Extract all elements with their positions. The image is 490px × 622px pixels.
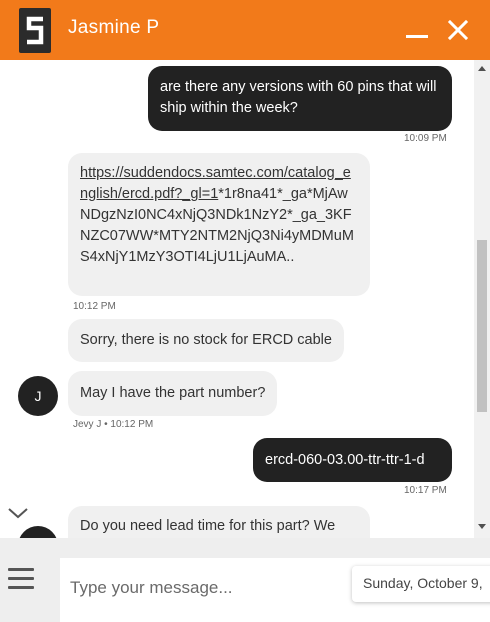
chat-footer: Sunday, October 9,: [0, 538, 490, 622]
agent-avatar: J: [18, 376, 58, 416]
message-bubble-incoming: Do you need lead time for this part? We: [68, 506, 370, 538]
message-bubble-incoming: https://suddendocs.samtec.com/catalog_en…: [68, 153, 370, 296]
message-bubble-incoming: May I have the part number?: [68, 371, 278, 416]
message-timestamp: 10:12 PM: [73, 301, 116, 312]
close-icon: [447, 19, 469, 41]
message-list[interactable]: are there any versions with 60 pins that…: [0, 60, 474, 538]
agent-name: Jasmine P: [68, 17, 160, 38]
message-sender-meta: Jevy J • 10:12 PM: [73, 419, 154, 430]
hamburger-menu-icon: [8, 568, 34, 571]
chevron-down-icon: [8, 508, 28, 519]
scrollbar-thumb[interactable]: [477, 240, 487, 412]
samtec-s-logo-icon: [19, 8, 51, 53]
message-bubble-outgoing: are there any versions with 60 pins that…: [148, 66, 452, 131]
hamburger-menu-icon-line: [8, 577, 34, 580]
scroll-to-bottom-button[interactable]: [6, 504, 30, 522]
minimize-icon: [406, 35, 428, 38]
chat-header: Jasmine P: [0, 0, 490, 60]
chat-widget: Jasmine P are there any versions with 60…: [0, 0, 490, 622]
message-bubble-incoming: Sorry, there is no stock for ERCD cable: [68, 319, 344, 362]
chat-scrollbar[interactable]: [474, 60, 490, 538]
minimize-button[interactable]: [404, 18, 430, 42]
message-timestamp: 10:09 PM: [404, 133, 447, 144]
message-input[interactable]: [70, 578, 350, 598]
date-tooltip: Sunday, October 9,: [352, 566, 490, 602]
agent-avatar: [18, 526, 58, 538]
close-button[interactable]: [446, 18, 470, 42]
scroll-up-arrow-icon[interactable]: [478, 66, 486, 71]
hamburger-menu-icon-line: [8, 586, 34, 589]
message-bubble-outgoing: ercd-060-03.00-ttr-ttr-1-d: [253, 438, 452, 482]
message-timestamp: 10:17 PM: [404, 485, 447, 496]
scroll-down-arrow-icon[interactable]: [478, 524, 486, 529]
menu-button[interactable]: [8, 568, 34, 590]
